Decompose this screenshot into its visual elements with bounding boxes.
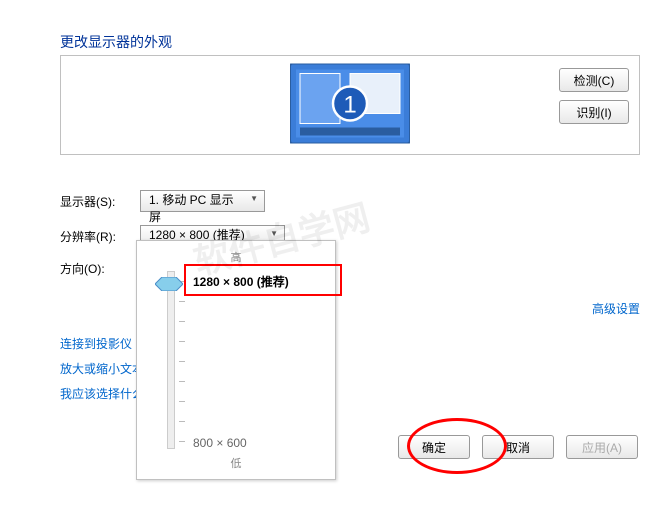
ok-button[interactable]: 确定 xyxy=(398,435,470,459)
orientation-label: 方向(O): xyxy=(60,260,140,277)
slider-selected-value: 1280 × 800 (推荐) xyxy=(193,273,289,290)
slider-min-value: 800 × 600 xyxy=(193,436,247,450)
page-title: 更改显示器的外观 xyxy=(60,32,172,52)
monitor-number: 1 xyxy=(343,92,356,119)
advanced-settings-link[interactable]: 高级设置 xyxy=(592,300,640,317)
apply-button: 应用(A) xyxy=(566,435,638,459)
resolution-label: 分辨率(R): xyxy=(60,228,140,245)
slider-low-label: 低 xyxy=(231,455,242,471)
which-setting-link[interactable]: 我应该选择什么 xyxy=(60,385,144,402)
monitor-preview-area: 1 检测(C) 识别(I) xyxy=(60,55,640,155)
detect-button[interactable]: 检测(C) xyxy=(559,68,629,92)
slider-high-label: 高 xyxy=(231,249,242,265)
cancel-button[interactable]: 取消 xyxy=(482,435,554,459)
slider-track[interactable] xyxy=(167,271,175,449)
text-size-link[interactable]: 放大或缩小文本 xyxy=(60,360,144,377)
identify-button[interactable]: 识别(I) xyxy=(559,100,629,124)
display-label: 显示器(S): xyxy=(60,193,140,210)
monitor-icon[interactable]: 1 xyxy=(290,64,410,147)
display-dropdown[interactable]: 1. 移动 PC 显示屏 xyxy=(140,190,265,212)
resolution-slider-panel: 高 1280 × 800 (推荐) 800 × 600 低 xyxy=(136,240,336,480)
slider-thumb[interactable] xyxy=(155,277,183,294)
projector-link[interactable]: 连接到投影仪 ( xyxy=(60,335,139,352)
